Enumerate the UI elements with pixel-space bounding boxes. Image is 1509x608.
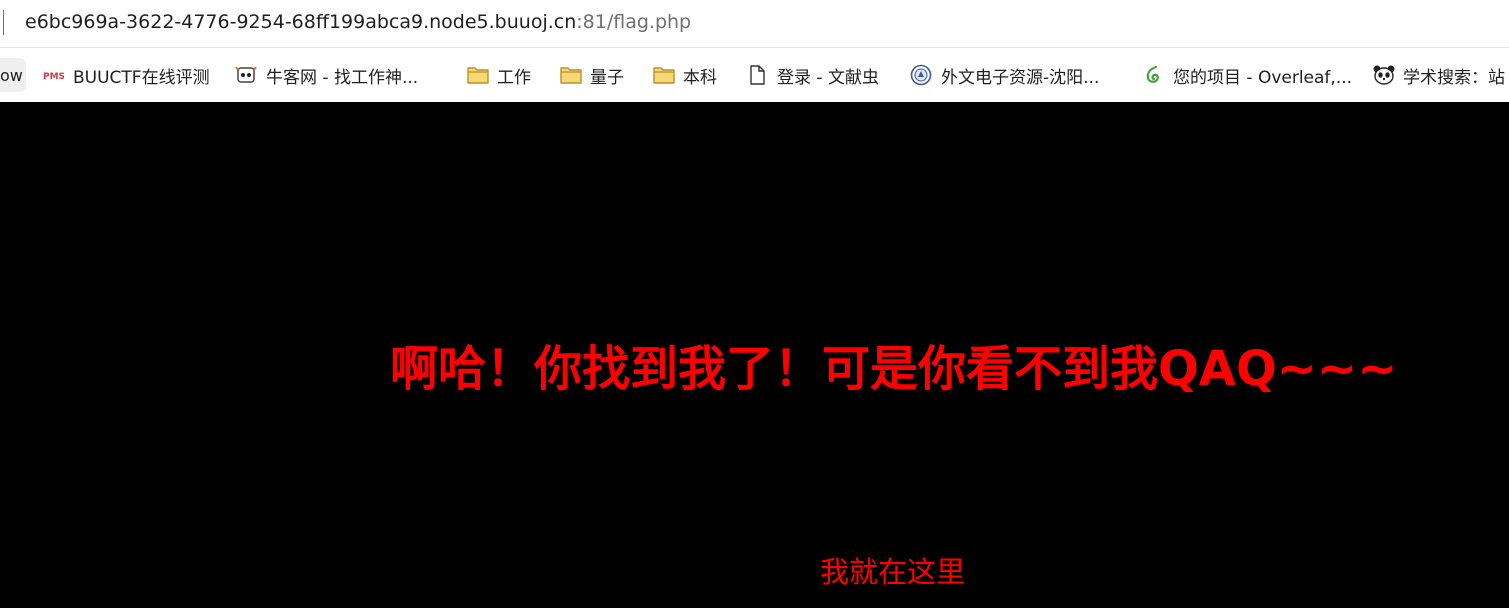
browser-chrome: e6bc969a-3622-4776-9254-68ff199abca9.nod…	[0, 0, 1509, 102]
bookmarks-bar: ow PMS BUUCTF在线评测 牛客网 - 找工作神... 工作 量子 本科…	[0, 47, 1509, 102]
overleaf-leaf-icon	[1142, 64, 1164, 86]
page-content: 啊哈！你找到我了！可是你看不到我QAQ~~~ 我就在这里	[0, 102, 1509, 608]
bookmark-foreign-resources[interactable]: 外文电子资源-沈阳...	[910, 60, 1099, 90]
bookmark-label: ow	[0, 65, 23, 85]
bookmark-label: 本科	[683, 67, 717, 88]
url-path: :81/flag.php	[576, 11, 692, 33]
bookmark-label: 量子	[590, 67, 624, 88]
bookmark-label: 您的项目 - Overleaf,...	[1173, 67, 1353, 88]
panda-icon	[1372, 64, 1395, 86]
bookmark-truncated[interactable]: ow	[0, 58, 26, 92]
address-bar[interactable]: e6bc969a-3622-4776-9254-68ff199abca9.nod…	[0, 0, 1509, 46]
bookmark-nowcoder[interactable]: 牛客网 - 找工作神...	[235, 60, 418, 90]
bookmark-overleaf[interactable]: 您的项目 - Overleaf,...	[1142, 60, 1352, 90]
bookmark-label: 工作	[497, 67, 531, 88]
url-host: e6bc969a-3622-4776-9254-68ff199abca9.nod…	[25, 11, 577, 33]
bookmark-label: 学术搜索：站	[1403, 67, 1505, 88]
university-seal-icon	[910, 64, 932, 86]
bookmark-label: 外文电子资源-沈阳...	[941, 67, 1100, 88]
headline-text: 啊哈！你找到我了！可是你看不到我QAQ~~~	[390, 341, 1398, 397]
url-text[interactable]: e6bc969a-3622-4776-9254-68ff199abca9.nod…	[25, 9, 691, 35]
bookmark-label: 牛客网 - 找工作神...	[266, 67, 419, 88]
buuctf-favicon: PMS	[42, 64, 64, 86]
bookmark-folder-undergrad[interactable]: 本科	[652, 60, 717, 90]
svg-text:PMS: PMS	[43, 72, 64, 82]
folder-icon	[559, 64, 582, 86]
bookmark-folder-quantum[interactable]: 量子	[559, 60, 624, 90]
hint-text: 我就在这里	[820, 555, 966, 589]
folder-icon	[652, 64, 675, 86]
document-icon	[746, 64, 768, 86]
bookmark-folder-work[interactable]: 工作	[466, 60, 531, 90]
nowcoder-favicon	[235, 64, 257, 86]
bookmark-wenxianchong[interactable]: 登录 - 文献虫	[746, 60, 879, 90]
bookmark-scholar-search[interactable]: 学术搜索：站	[1372, 60, 1505, 90]
bookmark-buuctf[interactable]: PMS BUUCTF在线评测	[42, 60, 210, 90]
bookmark-label: BUUCTF在线评测	[73, 67, 210, 88]
folder-icon	[466, 64, 489, 86]
address-bar-edge	[3, 10, 4, 35]
bookmark-label: 登录 - 文献虫	[777, 67, 879, 88]
